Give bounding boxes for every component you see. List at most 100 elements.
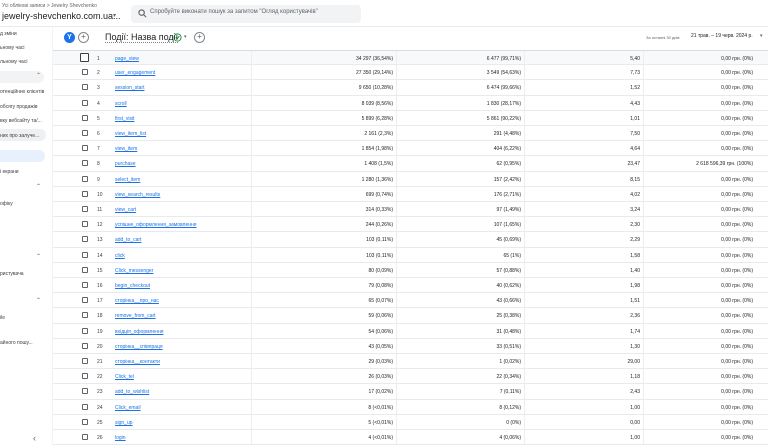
table-row[interactable]: 9 select_item 1 280 (1,36%) 157 (2,42%) 8,15… — [53, 171, 768, 187]
row-checkbox[interactable] — [80, 53, 89, 62]
row-checkbox[interactable] — [82, 358, 88, 364]
table-row[interactable]: 14 click 103 (0,11%) 65 (1%) 1,58 0,00 грн. (… — [53, 247, 768, 263]
chevron-up-icon[interactable]: ⌃ — [36, 253, 41, 260]
add-comparison-button[interactable]: + — [78, 32, 89, 43]
table-row[interactable]: 3 session_start 9 650 (10,28%) 6 474 (99,66… — [53, 80, 768, 96]
row-checkbox[interactable] — [82, 297, 88, 304]
row-checkbox[interactable] — [82, 160, 88, 167]
row-checkbox[interactable] — [82, 312, 88, 319]
table-row[interactable]: 23 add_to_wishlist 17 (0,02%) 7 (0,11%) 2,43… — [53, 384, 768, 400]
row-checkbox[interactable] — [82, 84, 88, 91]
table-row[interactable]: 7 view_item 1 854 (1,98%) 404 (6,22%) 4,64 0,… — [53, 141, 768, 157]
table-row[interactable]: 13 add_to_cart 103 (0,11%) 45 (0,69%) 2,29 0,… — [53, 232, 768, 248]
table-row[interactable]: 4 scroll 8 039 (8,56%) 1 830 (28,17%) 4,43 0,… — [53, 95, 768, 111]
row-checkbox[interactable] — [82, 282, 88, 288]
add-filter-button[interactable]: + — [194, 32, 205, 43]
event-name-link[interactable]: Click_tel — [115, 374, 134, 380]
table-row[interactable]: 6 view_item_list 2 161 (2,3%) 291 (4,48%) 7,… — [53, 126, 768, 142]
row-checkbox[interactable] — [82, 99, 88, 106]
chevron-down-icon[interactable]: ▾ — [760, 33, 763, 39]
row-checkbox[interactable] — [82, 434, 88, 440]
table-row[interactable]: 18 remove_from_cart 59 (0,06%) 25 (0,38%) 2,… — [53, 308, 768, 324]
event-name-link[interactable]: begin_checkout — [115, 283, 150, 289]
date-range-picker[interactable]: 21 трав. – 19 черв. 2024 р. — [691, 33, 753, 39]
event-name-link[interactable]: user_engagement — [115, 70, 155, 76]
sidebar-item[interactable]: д зміни — [0, 31, 17, 37]
event-name-link[interactable]: view_item_list — [115, 131, 146, 137]
row-checkbox[interactable] — [82, 342, 88, 349]
event-name-link[interactable]: view_item — [115, 146, 137, 152]
row-checkbox[interactable] — [82, 418, 88, 425]
event-name-link[interactable]: purchase — [115, 161, 136, 167]
event-name-link[interactable]: first_visit — [115, 116, 134, 122]
table-row[interactable]: 11 view_cart 314 (0,33%) 97 (1,49%) 3,24 0,00… — [53, 202, 768, 218]
sidebar-item[interactable]: ристувача — [0, 271, 24, 277]
table-row[interactable]: 16 begin_checkout 79 (0,08%) 40 (0,62%) 1,98… — [53, 278, 768, 294]
sidebar-item[interactable]: і екрани — [0, 169, 19, 175]
table-row[interactable]: 20 сторінка__співпраця 43 (0,05%) 33 (0,51%… — [53, 338, 768, 354]
table-row[interactable]: 22 Click_tel 26 (0,03%) 22 (0,34%) 1,18 0,00 … — [53, 369, 768, 385]
sidebar-item[interactable]: ile — [0, 315, 5, 321]
row-checkbox[interactable] — [82, 373, 88, 380]
table-row[interactable]: 10 view_search_results 699 (0,74%) 176 (2,7… — [53, 186, 768, 202]
comparison-avatar[interactable]: Y — [64, 32, 75, 43]
event-name-link[interactable]: select_item — [115, 177, 140, 183]
event-name-link[interactable]: успішне_оформлення_замовлення — [115, 222, 196, 228]
row-checkbox[interactable] — [82, 145, 88, 152]
row-checkbox[interactable] — [82, 69, 88, 76]
event-name-link[interactable]: scroll — [115, 101, 127, 107]
row-checkbox[interactable] — [82, 266, 88, 273]
row-checkbox[interactable] — [82, 114, 88, 121]
row-checkbox[interactable] — [82, 388, 88, 395]
table-row[interactable]: 2 user_engagement 27 350 (29,14%) 3 549 (54… — [53, 65, 768, 81]
sidebar-item[interactable]: них про залуче... — [0, 133, 39, 139]
row-checkbox[interactable] — [82, 190, 88, 197]
chevron-down-icon[interactable]: ▾ — [113, 12, 116, 19]
sidebar-item[interactable]: ьному часі — [0, 45, 25, 51]
check-circle-icon[interactable] — [173, 33, 182, 42]
event-name-link[interactable]: сторінка__про_нас — [115, 298, 159, 304]
event-name-link[interactable]: page_view — [115, 56, 139, 62]
chevron-up-icon[interactable]: ⌃ — [36, 183, 41, 190]
row-checkbox[interactable] — [82, 130, 88, 136]
chevron-down-icon[interactable]: ▾ — [184, 34, 187, 40]
table-row[interactable]: 17 сторінка__про_нас 65 (0,07%) 43 (0,66%) 1… — [53, 293, 768, 309]
table-row[interactable]: 5 first_visit 5 899 (6,28%) 5 861 (90,22%) 1… — [53, 110, 768, 126]
event-name-link[interactable]: login — [115, 435, 126, 441]
sidebar-item[interactable]: отенційних клієнтів — [0, 89, 44, 95]
event-name-link[interactable]: add_to_wishlist — [115, 389, 149, 395]
row-checkbox[interactable] — [82, 206, 88, 212]
search-input[interactable]: Спробуйте виконати пошук за запитом "Огл… — [150, 9, 318, 15]
event-name-link[interactable]: сторінка__контакти — [115, 359, 160, 365]
row-checkbox[interactable] — [82, 403, 88, 410]
search-box[interactable]: Спробуйте виконати пошук за запитом "Огл… — [131, 5, 361, 23]
row-checkbox[interactable] — [82, 175, 88, 182]
chevron-up-icon[interactable]: ⌃ — [36, 72, 41, 79]
breadcrumb[interactable]: Усі облікові записи > Jewelry Shevchenko — [2, 3, 97, 9]
event-name-link[interactable]: sign_up — [115, 420, 133, 426]
event-name-link[interactable]: click — [115, 253, 125, 259]
event-name-link[interactable]: session_start — [115, 85, 144, 91]
table-row[interactable]: 26 login 4 (<0,01%) 4 (0,06%) 1,00 0,00 грн. … — [53, 430, 768, 445]
table-row[interactable]: 25 sign_up 5 (<0,01%) 0 (0%) 0,00 0,00 грн. (… — [53, 414, 768, 430]
event-name-link[interactable]: Click_messenger — [115, 268, 153, 274]
row-checkbox[interactable] — [82, 251, 88, 258]
sidebar-item[interactable]: айного пошу... — [0, 340, 33, 346]
sidebar-item[interactable]: обсягу продажів — [0, 104, 37, 110]
table-row[interactable]: 19 вхідція_оформлення 54 (0,06%) 31 (0,48%)… — [53, 323, 768, 339]
sidebar-item[interactable]: вку вебсайту та/... — [0, 118, 42, 124]
table-row[interactable]: 15 Click_messenger 80 (0,09%) 57 (0,88%) 1,4… — [53, 262, 768, 278]
table-row[interactable]: 12 успішне_оформлення_замовлення 244 (0,26… — [53, 217, 768, 233]
event-name-link[interactable]: сторінка__співпраця — [115, 344, 163, 350]
event-name-link[interactable]: Click_email — [115, 405, 141, 411]
table-row[interactable]: 24 Click_email 8 (<0,01%) 8 (0,12%) 1,00 0,00… — [53, 399, 768, 415]
collapse-sidebar-icon[interactable]: ‹ — [33, 433, 36, 443]
sidebar-item[interactable]: льному часі — [0, 59, 27, 65]
report-title[interactable]: Події: Назва події — [105, 32, 179, 43]
row-checkbox[interactable] — [82, 221, 88, 228]
row-checkbox[interactable] — [82, 327, 88, 334]
event-name-link[interactable]: remove_from_cart — [115, 313, 156, 319]
chevron-up-icon[interactable]: ⌃ — [36, 297, 41, 304]
table-row[interactable]: 1 page_view 34 297 (36,54%) 6 477 (99,71%) 5… — [53, 50, 768, 66]
sidebar-item[interactable]: офіку — [0, 201, 13, 207]
